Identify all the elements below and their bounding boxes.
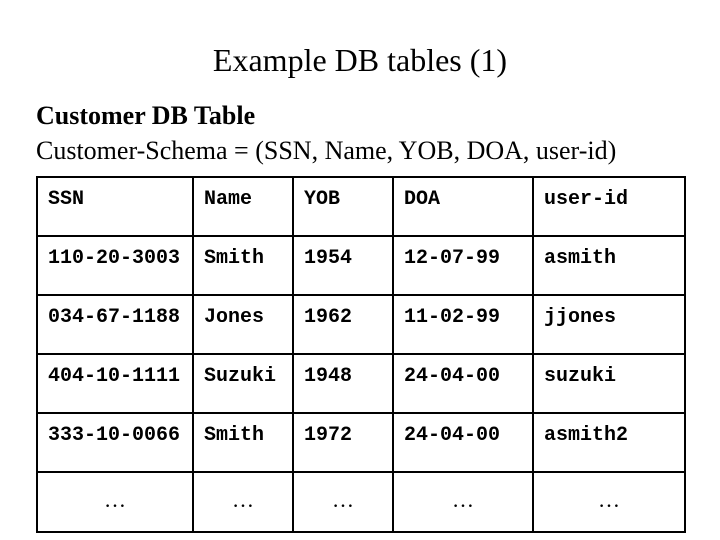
col-header-ssn: SSN	[37, 177, 193, 236]
slide: Example DB tables (1) Customer DB Table …	[0, 0, 720, 540]
table-row: 404-10-1111 Suzuki 1948 24-04-00 suzuki	[37, 354, 685, 413]
cell-yob: 1972	[293, 413, 393, 472]
cell-name: Jones	[193, 295, 293, 354]
col-header-yob: YOB	[293, 177, 393, 236]
cell-userid: suzuki	[533, 354, 685, 413]
cell-doa: 11-02-99	[393, 295, 533, 354]
table-row: 110-20-3003 Smith 1954 12-07-99 asmith	[37, 236, 685, 295]
col-header-userid: user-id	[533, 177, 685, 236]
col-header-name: Name	[193, 177, 293, 236]
cell-userid: asmith2	[533, 413, 685, 472]
cell-doa: 24-04-00	[393, 413, 533, 472]
cell-yob: 1948	[293, 354, 393, 413]
cell-ssn: 034-67-1188	[37, 295, 193, 354]
cell-ssn: 110-20-3003	[37, 236, 193, 295]
cell-ellipsis: …	[533, 472, 685, 532]
table-row: 333-10-0066 Smith 1972 24-04-00 asmith2	[37, 413, 685, 472]
cell-userid: jjones	[533, 295, 685, 354]
table-header-row: SSN Name YOB DOA user-id	[37, 177, 685, 236]
cell-yob: 1954	[293, 236, 393, 295]
cell-ssn: 404-10-1111	[37, 354, 193, 413]
cell-doa: 24-04-00	[393, 354, 533, 413]
cell-ellipsis: …	[393, 472, 533, 532]
cell-ellipsis: …	[193, 472, 293, 532]
cell-name: Suzuki	[193, 354, 293, 413]
cell-ssn: 333-10-0066	[37, 413, 193, 472]
customer-table: SSN Name YOB DOA user-id 110-20-3003 Smi…	[36, 176, 686, 533]
cell-name: Smith	[193, 413, 293, 472]
cell-ellipsis: …	[293, 472, 393, 532]
table-container: SSN Name YOB DOA user-id 110-20-3003 Smi…	[36, 176, 684, 533]
subtitle-block: Customer DB Table Customer-Schema = (SSN…	[36, 98, 684, 168]
cell-ellipsis: …	[37, 472, 193, 532]
slide-title: Example DB tables (1)	[0, 42, 720, 79]
cell-userid: asmith	[533, 236, 685, 295]
cell-yob: 1962	[293, 295, 393, 354]
table-row: 034-67-1188 Jones 1962 11-02-99 jjones	[37, 295, 685, 354]
col-header-doa: DOA	[393, 177, 533, 236]
schema-definition: Customer-Schema = (SSN, Name, YOB, DOA, …	[36, 133, 684, 168]
cell-doa: 12-07-99	[393, 236, 533, 295]
table-row-ellipsis: … … … … …	[37, 472, 685, 532]
table-caption: Customer DB Table	[36, 98, 684, 133]
cell-name: Smith	[193, 236, 293, 295]
